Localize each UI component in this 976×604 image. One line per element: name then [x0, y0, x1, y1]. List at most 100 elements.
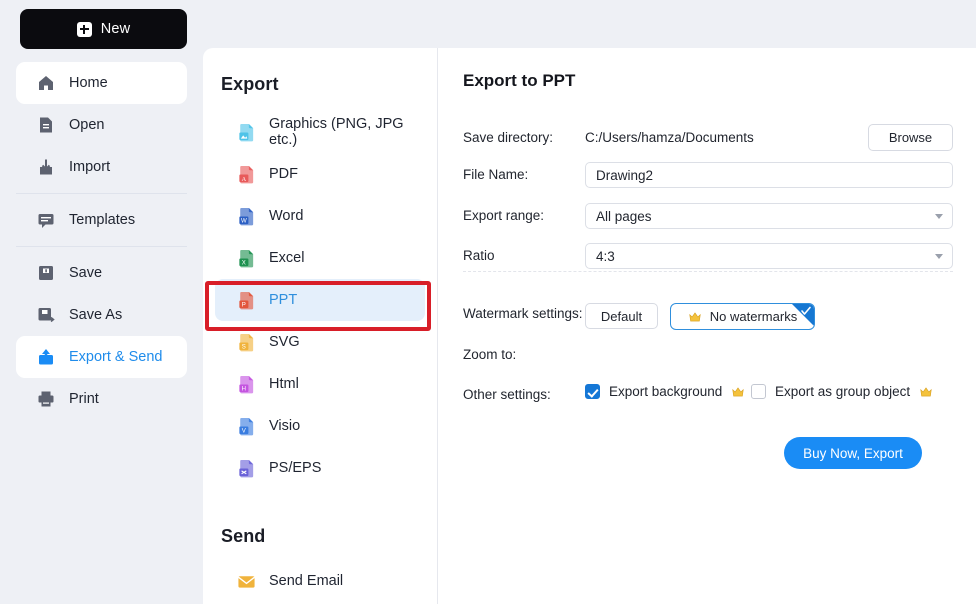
- html-file-icon: H: [239, 375, 254, 393]
- sidebar-item-import[interactable]: Import: [16, 146, 187, 188]
- sidebar-item-label: Open: [69, 117, 105, 133]
- ratio-row: Ratio 4:3: [438, 243, 976, 269]
- export-group-object-label: Export as group object: [775, 384, 911, 399]
- export-range-label: Export range:: [463, 208, 545, 223]
- export-settings-panel: Export to PPT Save directory: C:/Users/h…: [438, 48, 976, 604]
- content-card: Export Graphics (PNG, JPG etc.) A PDF W Word…: [203, 48, 976, 604]
- home-icon: [39, 76, 53, 90]
- chevron-down-icon: [935, 254, 943, 259]
- export-format-svg[interactable]: S SVG: [215, 321, 425, 363]
- export-format-excel[interactable]: X Excel: [215, 237, 425, 279]
- visio-file-icon: V: [239, 417, 254, 435]
- sidebar-item-save-as[interactable]: Save As: [16, 294, 187, 336]
- save-icon: [39, 266, 53, 280]
- export-format-ppt[interactable]: P PPT: [215, 279, 425, 321]
- export-background-checkbox[interactable]: [585, 384, 600, 399]
- plus-square-icon: [76, 21, 92, 37]
- new-button-label: New: [100, 21, 131, 37]
- export-format-label: Graphics (PNG, JPG etc.): [269, 116, 404, 148]
- save-directory-label: Save directory:: [463, 130, 554, 145]
- crown-icon: [689, 311, 701, 321]
- export-range-select[interactable]: All pages: [585, 203, 953, 229]
- send-list: Send Email: [203, 560, 437, 602]
- export-format-label: Visio: [269, 418, 301, 434]
- svg-text:P: P: [242, 301, 246, 308]
- export-format-label: Excel: [269, 250, 305, 266]
- zoom-row: Zoom to: 76%: [438, 344, 976, 366]
- svg-text:A: A: [242, 175, 247, 182]
- pdf-file-icon: A: [239, 165, 254, 183]
- send-heading: Send: [221, 526, 266, 546]
- export-group-object-option[interactable]: Export as group object: [751, 384, 933, 399]
- export-range-row: Export range: All pages: [438, 203, 976, 229]
- svg-text:X: X: [242, 259, 246, 266]
- sidebar-item-print[interactable]: Print: [16, 378, 187, 420]
- ratio-value: 4:3: [596, 248, 615, 264]
- ppt-file-icon: P: [239, 291, 254, 309]
- sidebar-item-label: Print: [69, 391, 99, 407]
- svg-text:S: S: [242, 343, 246, 350]
- export-icon: [39, 349, 53, 365]
- sidebar-item-home[interactable]: Home: [16, 62, 187, 104]
- pseps-file-icon: [239, 459, 254, 477]
- watermark-label: Watermark settings:: [463, 306, 583, 321]
- printer-icon: [38, 391, 54, 407]
- send-item-send-email[interactable]: Send Email: [215, 560, 425, 602]
- export-format-word[interactable]: W Word: [215, 195, 425, 237]
- send-item-label: Send Email: [269, 573, 344, 589]
- sidebar-item-open[interactable]: Open: [16, 104, 187, 146]
- svg-text:H: H: [242, 385, 246, 392]
- sidebar-item-save[interactable]: Save: [16, 252, 187, 294]
- browse-button[interactable]: Browse: [868, 124, 953, 151]
- sidebar-divider: [16, 246, 187, 247]
- page-title: Export to PPT: [463, 71, 576, 90]
- export-format-pseps[interactable]: PS/EPS: [215, 447, 425, 489]
- sidebar-divider: [16, 193, 187, 194]
- file-name-input[interactable]: Drawing2: [585, 162, 953, 188]
- save-as-icon: [38, 308, 55, 323]
- other-settings-row: Other settings: Export background Export…: [438, 384, 976, 406]
- save-directory-value: C:/Users/hamza/Documents: [585, 130, 754, 145]
- export-background-label: Export background: [609, 384, 723, 399]
- export-format-label: SVG: [269, 334, 300, 350]
- export-format-label: Word: [269, 208, 304, 224]
- sidebar-item-label: Save As: [69, 307, 123, 323]
- sidebar-item-label: Home: [69, 75, 108, 91]
- other-settings-label: Other settings:: [463, 387, 551, 402]
- section-divider: [463, 271, 953, 272]
- export-group-object-checkbox[interactable]: [751, 384, 766, 399]
- sidebar-nav-list: Home Open Import Templates Save Save As Export…: [0, 62, 203, 420]
- file-name-row: File Name: Drawing2: [438, 162, 976, 188]
- export-background-option[interactable]: Export background: [585, 384, 745, 399]
- export-format-graphics[interactable]: Graphics (PNG, JPG etc.): [215, 111, 425, 153]
- import-icon: [40, 159, 52, 175]
- sidebar-item-export-send[interactable]: Export & Send: [16, 336, 187, 378]
- ratio-select[interactable]: 4:3: [585, 243, 953, 269]
- graphics-file-icon: [239, 123, 254, 141]
- watermark-row: Watermark settings: Default No watermark…: [438, 303, 976, 330]
- watermark-default-button[interactable]: Default: [585, 303, 658, 329]
- crown-icon: [920, 386, 932, 396]
- export-format-pdf[interactable]: A PDF: [215, 153, 425, 195]
- svg-text:W: W: [241, 217, 247, 224]
- export-format-list: Graphics (PNG, JPG etc.) A PDF W Word X Excel P…: [203, 111, 437, 489]
- svg-file-icon: S: [239, 333, 254, 351]
- left-sidebar: New Home Open Import Templates Save Save As Ex…: [0, 0, 203, 604]
- export-format-label: Html: [269, 376, 299, 392]
- sidebar-item-label: Templates: [69, 212, 136, 228]
- export-format-html[interactable]: H Html: [215, 363, 425, 405]
- excel-file-icon: X: [239, 249, 254, 267]
- chevron-down-icon: [935, 214, 943, 219]
- export-format-visio[interactable]: V Visio: [215, 405, 425, 447]
- ratio-label: Ratio: [463, 248, 495, 263]
- new-button[interactable]: New: [20, 9, 187, 49]
- watermark-none-button[interactable]: No watermarks: [670, 303, 815, 330]
- export-format-label: PPT: [269, 292, 298, 308]
- file-icon: [40, 117, 52, 133]
- sidebar-item-templates[interactable]: Templates: [16, 199, 187, 241]
- zoom-label: Zoom to:: [463, 347, 517, 362]
- sidebar-item-label: Import: [69, 159, 111, 175]
- word-file-icon: W: [239, 207, 254, 225]
- check-icon: [801, 306, 811, 315]
- buy-now-export-button[interactable]: Buy Now, Export: [784, 437, 922, 469]
